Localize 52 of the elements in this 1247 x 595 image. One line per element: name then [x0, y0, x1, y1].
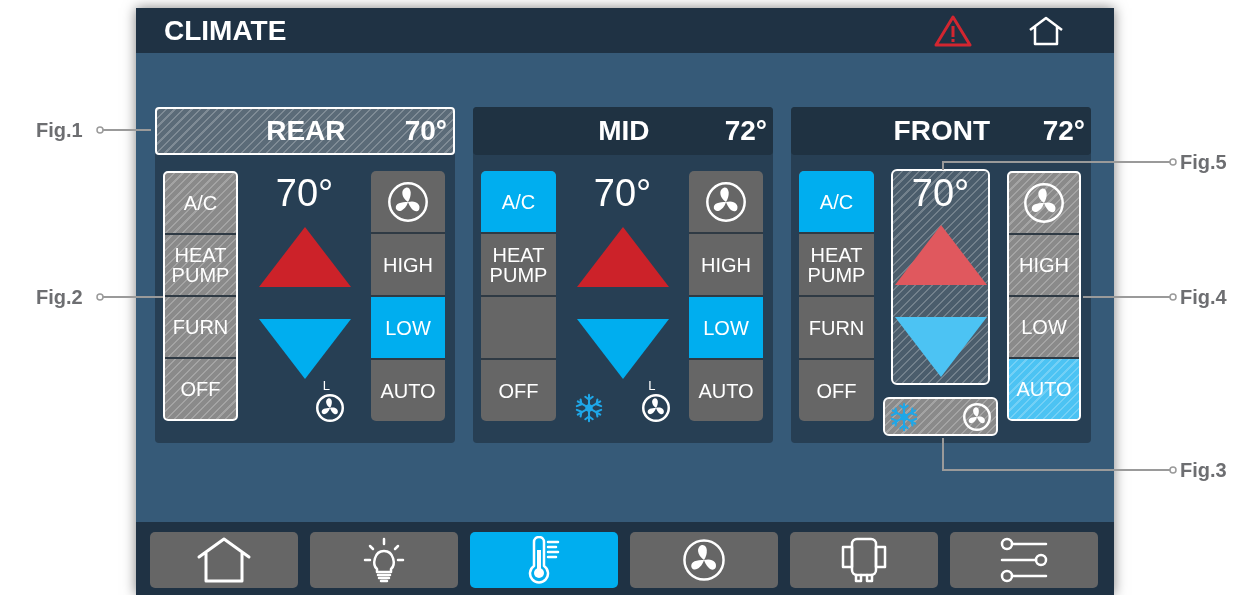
- mode-option[interactable]: HEAT PUMP: [799, 232, 874, 295]
- home-icon[interactable]: [1028, 15, 1064, 46]
- mode-option[interactable]: OFF: [165, 357, 236, 419]
- zone-header[interactable]: FRONT 72°: [791, 107, 1091, 155]
- fan-icon: [1022, 181, 1066, 225]
- temperature-down-arrow[interactable]: [258, 319, 351, 379]
- setpoint-temperature: 70°: [911, 171, 970, 215]
- nav-tab[interactable]: [310, 532, 458, 588]
- settings-sliders-icon: [999, 537, 1049, 583]
- zone-temperature: 70°: [404, 114, 448, 148]
- zone-temperature: 72°: [724, 114, 768, 148]
- mode-option[interactable]: OFF: [799, 358, 874, 421]
- nav-tab[interactable]: [630, 532, 778, 588]
- setpoint-temperature: 70°: [275, 171, 334, 215]
- fan-icon: [704, 179, 748, 224]
- home-icon: [196, 537, 252, 583]
- nav-tab[interactable]: [790, 532, 938, 588]
- mode-option[interactable]: HEAT PUMP: [165, 233, 236, 295]
- figure-label: Fig.4: [1180, 285, 1227, 309]
- screen-title: CLIMATE: [164, 13, 288, 48]
- figure-label: Fig.1: [36, 118, 83, 142]
- temperature-down-arrow[interactable]: [894, 317, 987, 377]
- setpoint-temperature: 70°: [593, 171, 652, 215]
- zone-header[interactable]: MID 72°: [473, 107, 773, 155]
- mode-option[interactable]: A/C: [165, 173, 236, 233]
- nav-tab[interactable]: [950, 532, 1098, 588]
- mode-option[interactable]: FURN: [799, 295, 874, 358]
- fan-icon: [386, 179, 430, 224]
- fan-speed-option[interactable]: HIGH: [1009, 233, 1079, 295]
- nav-tab[interactable]: [470, 532, 618, 588]
- zone-name: REAR: [265, 114, 347, 148]
- zone-temperature: 72°: [1042, 114, 1086, 148]
- warning-icon[interactable]: [934, 14, 972, 47]
- figure-label: Fig.2: [36, 285, 83, 309]
- fan-speed-option[interactable]: AUTO: [689, 358, 763, 421]
- fan-level-label: L: [322, 379, 330, 393]
- zone-name: MID: [597, 114, 651, 148]
- fan-icon: [681, 537, 727, 583]
- fan-level-label: L: [648, 379, 656, 393]
- temperature-down-arrow[interactable]: [576, 319, 669, 379]
- mode-option[interactable]: OFF: [481, 358, 556, 421]
- zone-name: FRONT: [892, 114, 992, 148]
- figure-label: Fig.3: [1180, 458, 1227, 482]
- mode-option[interactable]: FURN: [165, 295, 236, 357]
- zone-header[interactable]: REAR 70°: [155, 107, 455, 155]
- leader-line: [96, 126, 153, 134]
- fan-speed-option[interactable]: AUTO: [371, 358, 445, 421]
- figure-label: Fig.5: [1180, 150, 1227, 174]
- slide-out-icon: [840, 537, 888, 583]
- nav-tab[interactable]: [150, 532, 298, 588]
- mode-option[interactable]: HEAT PUMP: [481, 232, 556, 295]
- lightbulb-icon: [362, 537, 406, 583]
